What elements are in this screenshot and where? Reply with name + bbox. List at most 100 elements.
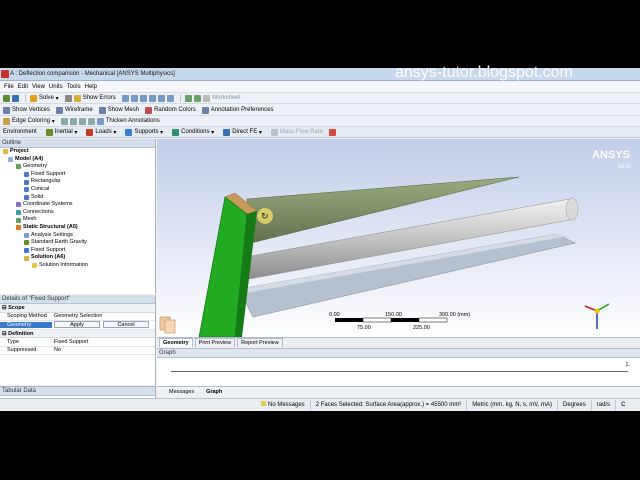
status-messages[interactable]: No Messages: [256, 400, 310, 411]
tree-node-solution-information[interactable]: Solution Information: [2, 262, 155, 270]
tree-node-solid[interactable]: Solid: [2, 194, 155, 202]
thicken-annotations-button[interactable]: Thicken Annotations: [96, 117, 160, 125]
menu-tools[interactable]: Tools: [67, 84, 81, 90]
zoom-box-icon[interactable]: [157, 94, 165, 102]
tree-node-static-structural[interactable]: Static Structural (A5): [2, 224, 155, 232]
check-icon[interactable]: [3, 94, 10, 102]
tree-node-model[interactable]: Model (A4): [2, 156, 155, 164]
static-structural-icon: [16, 225, 21, 231]
wireframe-button[interactable]: Wireframe: [56, 106, 93, 114]
status-units[interactable]: Metric (mm, kg, N, s, mV, mA): [466, 399, 557, 411]
menu-units[interactable]: Units: [49, 84, 63, 90]
tree-node-mesh[interactable]: Mesh: [2, 216, 155, 224]
edge-style-icon[interactable]: [60, 117, 68, 125]
selection-filter-icon[interactable]: [159, 316, 176, 334]
status-temp[interactable]: C: [615, 399, 630, 411]
mass-flow-rate-button[interactable]: Mass Flow Rate: [270, 128, 323, 136]
zoom-icon[interactable]: [139, 94, 147, 102]
model-view[interactable]: ↻ 0.00 150.00 300.00 (mm) 75.00 225.00: [157, 139, 640, 337]
status-rate[interactable]: rad/s: [590, 399, 615, 411]
tree-node-coordinate-systems[interactable]: Coordinate Systems: [2, 201, 155, 209]
edge-style2-icon[interactable]: [69, 117, 77, 125]
worksheet-label: Worksheet: [211, 95, 241, 101]
viewport-icon[interactable]: [193, 94, 201, 102]
body-icon: [24, 172, 29, 178]
edge-style4-icon[interactable]: [87, 117, 95, 125]
tab-graph[interactable]: Graph: [206, 389, 222, 395]
worksheet-button[interactable]: Worksheet: [202, 94, 241, 102]
type-label: Type: [7, 338, 19, 345]
geometry-icon: [16, 164, 21, 170]
axis-triad[interactable]: [584, 303, 610, 329]
commands-icon[interactable]: [328, 128, 336, 136]
tree-node-analysis-settings[interactable]: Analysis Settings: [2, 232, 155, 240]
loads-label: Loads: [95, 129, 112, 135]
select-mode-icon[interactable]: [121, 94, 129, 102]
cursor-icon[interactable]: [64, 94, 72, 102]
rotate-icon[interactable]: [148, 94, 156, 102]
random-colors-button[interactable]: Random Colors: [145, 106, 196, 114]
show-vertices-label: Show Vertices: [12, 107, 51, 113]
conditions-menu[interactable]: Conditions ▾: [172, 128, 214, 136]
tree-node-standard-earth-gravity[interactable]: Standard Earth Gravity: [2, 239, 155, 247]
tree-node-project[interactable]: Project: [2, 148, 155, 156]
layout-icon[interactable]: [184, 94, 192, 102]
definition-section[interactable]: ⊟ Definition: [0, 329, 155, 338]
tree-node-connections[interactable]: Connections: [2, 209, 155, 217]
tab-print-preview[interactable]: Print Preview: [194, 338, 236, 347]
show-mesh-button[interactable]: Show Mesh: [98, 106, 139, 114]
menu-view[interactable]: View: [32, 84, 45, 90]
edge-coloring-icon: [3, 117, 10, 125]
show-errors-button[interactable]: Show Errors: [73, 94, 116, 102]
tab-messages[interactable]: Messages: [169, 389, 194, 395]
fit-icon[interactable]: [166, 94, 174, 102]
worksheet-icon: [202, 94, 210, 102]
conditions-label: Conditions: [181, 129, 210, 135]
cancel-button[interactable]: Cancel: [103, 321, 149, 329]
menu-help[interactable]: Help: [85, 84, 97, 90]
scope-section[interactable]: ⊟ Scope: [0, 304, 155, 313]
suppressed-label: Suppressed: [7, 347, 37, 354]
inertial-menu[interactable]: Inertial ▾: [45, 128, 77, 136]
tree-node-fixed-support-body[interactable]: Fixed Support: [2, 171, 155, 179]
tree-label: Coordinate Systems: [23, 201, 73, 208]
project-icon: [3, 149, 8, 155]
outline-pane: Outline Project Model (A4) Geometry Fixe…: [0, 139, 156, 294]
suppressed-row[interactable]: Suppressed No: [0, 347, 155, 355]
new-analysis-icon[interactable]: [12, 94, 19, 102]
thicken-icon: [96, 117, 104, 125]
menu-edit[interactable]: Edit: [18, 84, 28, 90]
show-vertices-button[interactable]: Show Vertices: [3, 106, 51, 114]
supports-menu[interactable]: Supports ▾: [125, 128, 163, 136]
edge-style3-icon[interactable]: [78, 117, 86, 125]
tree-node-conical[interactable]: Conical: [2, 186, 155, 194]
model-icon: [8, 156, 13, 162]
suppressed-value[interactable]: No: [52, 347, 155, 353]
annotation-preferences-button[interactable]: Annotation Preferences: [201, 106, 273, 114]
inertial-label: Inertial: [54, 129, 73, 135]
loads-menu[interactable]: Loads ▾: [86, 128, 116, 136]
solve-button[interactable]: Solve ▾: [30, 94, 59, 102]
direct-fe-menu[interactable]: Direct FE ▾: [223, 128, 262, 136]
tree-node-rectangular[interactable]: Rectangular: [2, 178, 155, 186]
status-angle[interactable]: Degrees: [557, 399, 591, 411]
tree-node-solution[interactable]: Solution (A6): [2, 254, 155, 262]
tree-node-geometry[interactable]: Geometry: [2, 163, 155, 171]
loads-icon: [86, 128, 94, 136]
tree-label: Static Structural (A5): [23, 223, 78, 230]
pan-icon[interactable]: [130, 94, 138, 102]
apply-button[interactable]: Apply: [54, 321, 100, 329]
tab-report-preview[interactable]: Report Preview: [237, 338, 283, 347]
edge-coloring-button[interactable]: Edge Coloring ▾: [3, 117, 55, 125]
tab-geometry[interactable]: Geometry: [159, 338, 193, 347]
connections-icon: [16, 210, 21, 216]
graphics-viewport[interactable]: ANSYS 16.0 ↻ 0.00 150.00 300.00 (mm) 75.…: [157, 139, 640, 337]
menu-file[interactable]: File: [4, 84, 14, 90]
scoping-method-value[interactable]: Geometry Selection: [52, 313, 155, 319]
scoping-method-row[interactable]: Scoping Method Geometry Selection: [0, 313, 155, 321]
scale-label-0: 0.00: [329, 312, 340, 318]
tree-node-fixed-support[interactable]: Fixed Support: [2, 247, 155, 255]
geometry-row[interactable]: Geometry Apply Cancel: [0, 321, 155, 330]
watermark: ansys-tutor.blogspot.com: [395, 64, 573, 81]
geometry-label: Geometry: [0, 321, 52, 328]
